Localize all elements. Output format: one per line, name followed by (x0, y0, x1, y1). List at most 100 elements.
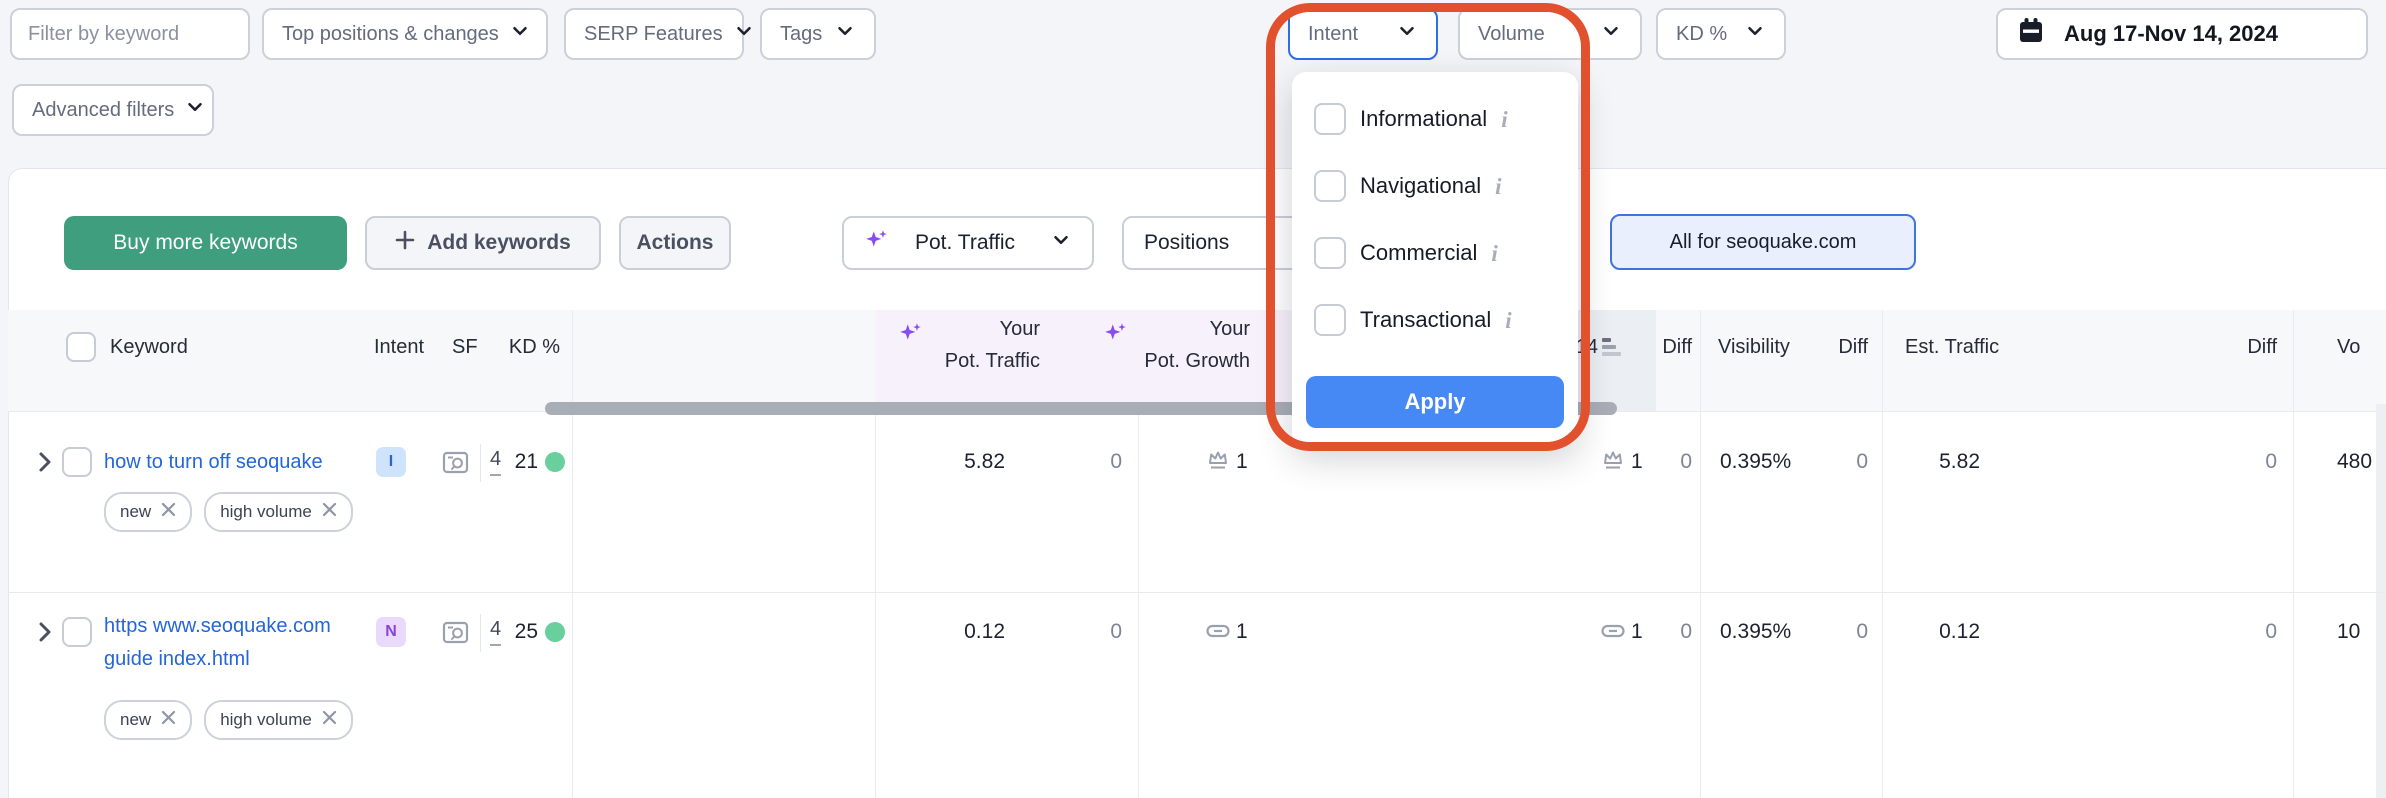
option-label: Informational (1360, 106, 1487, 132)
all-for-domain-button[interactable]: All for seoquake.com (1610, 214, 1916, 270)
buy-more-keywords-button[interactable]: Buy more keywords (64, 216, 347, 270)
col-header-intent[interactable]: Intent (374, 336, 424, 359)
row-expander-icon[interactable] (38, 450, 52, 479)
intent-dropdown[interactable]: Intent (1288, 8, 1438, 60)
add-keywords-label: Add keywords (427, 231, 571, 255)
option-label: Commercial (1360, 240, 1477, 266)
tag-pill[interactable]: new (104, 492, 192, 532)
col-header-pot-growth-line1[interactable]: Your (1100, 318, 1250, 341)
advanced-filters-dropdown[interactable]: Advanced filters (12, 84, 214, 136)
keyword-link[interactable]: https www.seoquake.com guide index.html (104, 610, 354, 676)
add-keywords-button[interactable]: Add keywords (365, 216, 601, 270)
plus-icon (395, 230, 415, 256)
col-header-diff3[interactable]: Diff (2177, 336, 2277, 359)
column-separator (572, 310, 573, 798)
serp-preview-icon[interactable] (442, 620, 470, 651)
date-range-picker[interactable]: Aug 17-Nov 14, 2024 (1996, 8, 2368, 60)
row-checkbox[interactable] (62, 617, 92, 647)
keyword-link[interactable]: how to turn off seoquake (104, 446, 354, 479)
tags-label: Tags (780, 23, 822, 46)
col-header-kd[interactable]: KD % (460, 336, 560, 359)
cell-divider (480, 444, 481, 482)
chevron-down-icon (1744, 20, 1766, 48)
volume-label: Volume (1478, 23, 1545, 46)
remove-tag-icon[interactable] (322, 710, 337, 730)
diff-value: 0 (2187, 620, 2277, 644)
row-checkbox[interactable] (62, 447, 92, 477)
row-divider (8, 592, 2386, 593)
tag-pill[interactable]: new (104, 700, 192, 740)
position-tracking-screen: Top positions & changes SERP Features Ta… (0, 0, 2386, 798)
chevron-down-icon (509, 20, 531, 48)
calendar-icon (2016, 16, 2046, 52)
intent-option-commercial[interactable]: Commercial i (1314, 237, 1498, 269)
remove-tag-icon[interactable] (161, 502, 176, 522)
tag-label: high volume (220, 502, 312, 522)
kd-difficulty-dot (545, 452, 565, 472)
volume-dropdown[interactable]: Volume (1458, 8, 1642, 60)
est-traffic-value: 0.12 (1880, 620, 1980, 644)
pot-traffic-dropdown[interactable]: Pot. Traffic (842, 216, 1094, 270)
apply-button[interactable]: Apply (1306, 376, 1564, 428)
volume-value: 480 (2337, 450, 2372, 474)
chevron-down-icon (733, 20, 755, 48)
serp-features-label: SERP Features (584, 23, 723, 46)
col-header-keyword[interactable]: Keyword (110, 336, 188, 359)
diff-value: 0 (1778, 620, 1868, 644)
pot-traffic-value: 5.82 (905, 450, 1005, 474)
column-separator (1138, 412, 1139, 798)
col-header-est-traffic[interactable]: Est. Traffic (1905, 336, 1999, 359)
tag-label: new (120, 502, 151, 522)
intent-option-transactional[interactable]: Transactional i (1314, 304, 1512, 336)
keyword-filter-input[interactable] (12, 10, 250, 58)
col-header-diff2[interactable]: Diff (1768, 336, 1868, 359)
select-all-checkbox[interactable] (66, 332, 96, 362)
info-icon[interactable]: i (1501, 108, 1507, 131)
tags-dropdown[interactable]: Tags (760, 8, 876, 60)
intent-badge-informational: I (376, 447, 406, 477)
intent-label: Intent (1308, 23, 1358, 46)
tag-pill[interactable]: high volume (204, 700, 353, 740)
col-header-pot-traffic-line2[interactable]: Pot. Traffic (840, 350, 1040, 373)
col-header-pot-traffic-line1[interactable]: Your (890, 318, 1040, 341)
kd-dropdown[interactable]: KD % (1656, 8, 1786, 60)
option-checkbox[interactable] (1314, 103, 1346, 135)
option-checkbox[interactable] (1314, 170, 1346, 202)
tag-label: high volume (220, 710, 312, 730)
remove-tag-icon[interactable] (161, 710, 176, 730)
pot-growth-value: 0 (1032, 620, 1122, 644)
info-icon[interactable]: i (1491, 242, 1497, 265)
diff-value: 0 (2187, 450, 2277, 474)
chevron-down-icon (1600, 20, 1622, 48)
column-separator (1882, 310, 1883, 798)
top-positions-label: Top positions & changes (282, 23, 499, 46)
vertical-scrollbar-gutter[interactable] (2376, 404, 2386, 798)
pot-traffic-value: 0.12 (905, 620, 1005, 644)
actions-button[interactable]: Actions (619, 216, 731, 270)
info-icon[interactable]: i (1495, 175, 1501, 198)
serp-preview-icon[interactable] (442, 450, 470, 481)
serp-features-dropdown[interactable]: SERP Features (564, 8, 744, 60)
tag-pill[interactable]: high volume (204, 492, 353, 532)
option-checkbox[interactable] (1314, 237, 1346, 269)
option-label: Navigational (1360, 173, 1481, 199)
col-header-pot-growth-line2[interactable]: Pot. Growth (1050, 350, 1250, 373)
row-expander-icon[interactable] (38, 620, 52, 649)
top-positions-dropdown[interactable]: Top positions & changes (262, 8, 548, 60)
remove-tag-icon[interactable] (322, 502, 337, 522)
positions-label: Positions (1144, 231, 1229, 255)
position-value: 1 (1236, 450, 1248, 474)
k d-difficulty-dot (545, 622, 565, 642)
pot-traffic-label: Pot. Traffic (915, 231, 1015, 255)
actions-label: Actions (636, 231, 713, 255)
intent-option-navigational[interactable]: Navigational i (1314, 170, 1501, 202)
col-header-diff1[interactable]: Diff (1592, 336, 1692, 359)
col-header-volume-clipped[interactable]: Vo (2337, 336, 2360, 359)
intent-option-informational[interactable]: Informational i (1314, 103, 1508, 135)
option-checkbox[interactable] (1314, 304, 1346, 336)
tag-list: new high volume (104, 492, 353, 532)
est-traffic-value: 5.82 (1880, 450, 1980, 474)
info-icon[interactable]: i (1505, 309, 1511, 332)
chevron-down-icon (1396, 20, 1418, 48)
link-icon (1205, 618, 1231, 649)
